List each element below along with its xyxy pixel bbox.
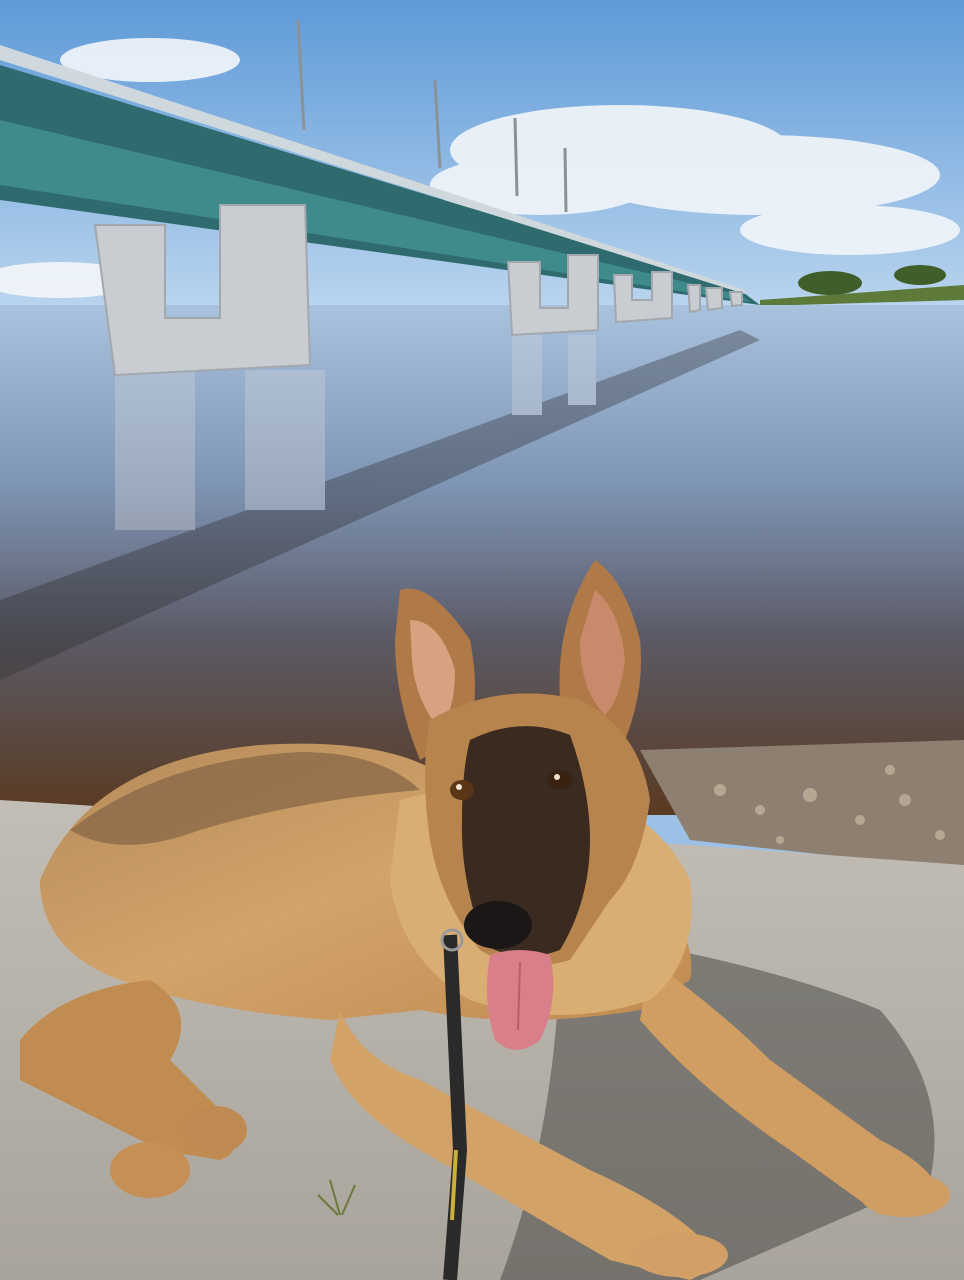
- leash: [443, 934, 468, 1280]
- dog-paw-back: [110, 1142, 190, 1198]
- dog-eye-right: [548, 770, 572, 790]
- photo-scene: [0, 0, 964, 1280]
- dog-nose: [464, 901, 532, 949]
- dog-eye-left: [450, 780, 474, 800]
- dog-paw-front-left: [632, 1233, 728, 1277]
- dog-paw-back-2: [183, 1106, 247, 1154]
- dog-paw-front-right: [860, 1173, 950, 1217]
